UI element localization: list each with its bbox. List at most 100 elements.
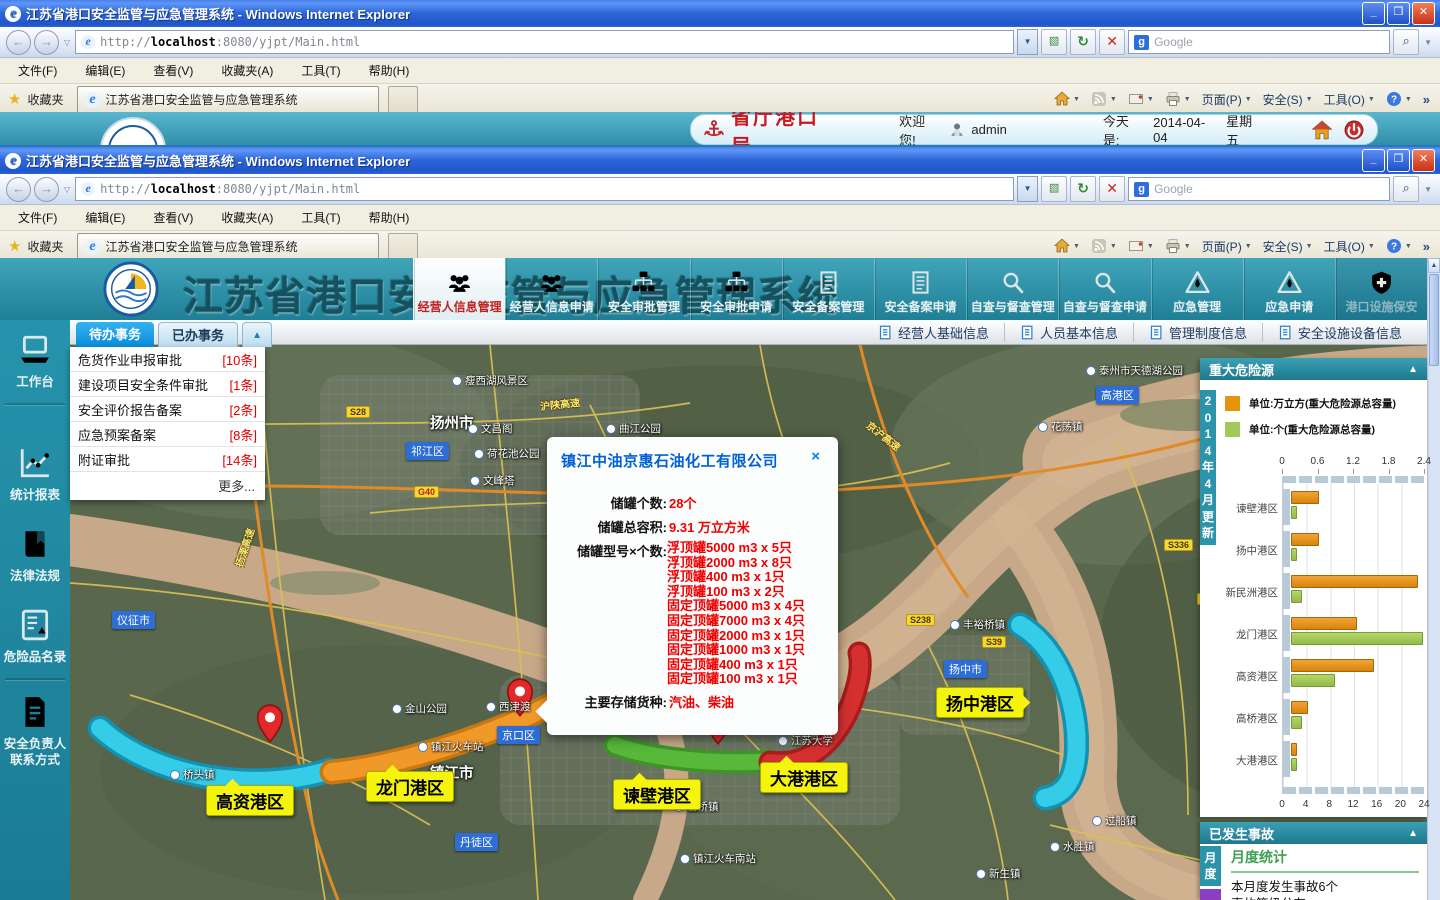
accidents-panel-header[interactable]: 已发生事故 ▲ xyxy=(1200,822,1427,844)
menu-item[interactable]: 文件(F) xyxy=(18,62,57,79)
search-options-icon[interactable]: ▼ xyxy=(1424,185,1432,194)
map-label-扬中市[interactable]: 扬中市 xyxy=(944,660,987,678)
search-box[interactable]: g Google xyxy=(1128,30,1390,54)
grade-side-tab[interactable] xyxy=(1200,889,1221,900)
map-label-京口区[interactable]: 京口区 xyxy=(497,726,540,744)
subnav-item-安全设施设备信息[interactable]: 安全设施设备信息 xyxy=(1262,323,1417,342)
command-item[interactable]: 页面(P)▼ xyxy=(1202,91,1252,108)
favorites-star-icon[interactable]: ★ xyxy=(8,237,21,255)
nav-item-港口设施保安[interactable]: 港口设施保安 xyxy=(1335,258,1427,320)
command-item[interactable]: 工具(O)▼ xyxy=(1324,91,1375,108)
new-tab-button[interactable] xyxy=(388,86,418,113)
task-more-link[interactable]: 更多... xyxy=(70,472,265,500)
restore-button[interactable]: ❐ xyxy=(1387,149,1410,172)
minimize-button[interactable]: _ xyxy=(1362,149,1385,172)
print-icon-button[interactable]: ▼ xyxy=(1165,238,1191,254)
menu-item[interactable]: 收藏夹(A) xyxy=(221,209,273,226)
favorites-star-icon[interactable]: ★ xyxy=(8,90,21,108)
forward-button[interactable]: → xyxy=(34,177,59,202)
task-row[interactable]: 附证审批[14条] xyxy=(70,447,265,472)
tab-todo[interactable]: 待办事务 xyxy=(76,322,154,347)
tab-done[interactable]: 已办事务 xyxy=(158,322,238,347)
map-label-仪征市[interactable]: 仪征市 xyxy=(112,611,155,629)
menu-item[interactable]: 工具(T) xyxy=(301,62,340,79)
search-options-icon[interactable]: ▼ xyxy=(1424,38,1432,47)
new-tab-button[interactable] xyxy=(388,233,418,260)
subnav-item-管理制度信息[interactable]: 管理制度信息 xyxy=(1133,323,1262,342)
monthly-side-tab[interactable]: 月度 xyxy=(1200,846,1221,886)
help-button[interactable]: ▼ xyxy=(1386,91,1412,107)
refresh-button[interactable]: ↻ xyxy=(1070,176,1096,202)
nav-item-自查与督查申请[interactable]: 自查与督查申请 xyxy=(1058,258,1150,320)
more-toolbar-icon[interactable]: » xyxy=(1423,239,1430,254)
map-label-祁江区[interactable]: 祁江区 xyxy=(406,442,449,460)
task-row[interactable]: 建设项目安全条件审批[1条] xyxy=(70,372,265,397)
back-button[interactable]: ← xyxy=(6,30,31,55)
forward-button[interactable]: → xyxy=(34,30,59,55)
nav-item-安全审批申请[interactable]: 安全审批申请 xyxy=(690,258,782,320)
menu-item[interactable]: 查看(V) xyxy=(153,209,193,226)
task-row[interactable]: 安全评价报告备案[2条] xyxy=(70,397,265,422)
help-button[interactable]: ▼ xyxy=(1386,238,1412,254)
nav-item-自查与督查管理[interactable]: 自查与督查管理 xyxy=(966,258,1058,320)
command-item[interactable]: 安全(S)▼ xyxy=(1263,91,1313,108)
task-row[interactable]: 应急预案备案[8条] xyxy=(70,422,265,447)
close-button[interactable]: ✕ xyxy=(1412,149,1435,172)
home-icon-button[interactable]: ▼ xyxy=(1054,91,1080,107)
collapse-icon[interactable]: ▲ xyxy=(1408,364,1418,375)
scroll-up-icon[interactable]: ▲ xyxy=(1428,258,1440,273)
search-button[interactable]: ⌕ xyxy=(1393,176,1419,202)
command-item[interactable]: 安全(S)▼ xyxy=(1263,238,1313,255)
history-dropdown-icon[interactable]: ▽ xyxy=(64,185,70,194)
subnav-item-经营人基础信息[interactable]: 经营人基础信息 xyxy=(863,323,1004,342)
compatibility-view-button[interactable]: ▧ xyxy=(1041,176,1067,202)
mail-icon-button[interactable]: ▼ xyxy=(1128,238,1154,254)
sidebar-item-工作台[interactable]: 工作台 xyxy=(0,320,70,401)
back-button[interactable]: ← xyxy=(6,177,31,202)
sidebar-item-安全负责人[interactable]: 安全负责人联系方式 xyxy=(0,682,70,780)
sidebar-item-危险品名录[interactable]: 危险品名录 xyxy=(0,595,70,676)
logout-power-icon[interactable] xyxy=(1343,119,1365,141)
menu-item[interactable]: 收藏夹(A) xyxy=(221,62,273,79)
map-label-高港区[interactable]: 高港区 xyxy=(1096,386,1139,404)
collapse-icon[interactable]: ▲ xyxy=(1408,828,1418,839)
outer-title-bar[interactable]: e 江苏省港口安全监管与应急管理系统 - Windows Internet Ex… xyxy=(0,0,1440,27)
subnav-item-人员基本信息[interactable]: 人员基本信息 xyxy=(1004,323,1133,342)
refresh-button[interactable]: ↻ xyxy=(1070,29,1096,55)
minimize-button[interactable]: _ xyxy=(1362,2,1385,25)
url-field[interactable]: e http://localhost:8080/yjpt/Main.html xyxy=(75,30,1014,54)
stop-button[interactable]: ✕ xyxy=(1099,29,1125,55)
home-icon-button[interactable]: ▼ xyxy=(1054,238,1080,254)
mail-icon-button[interactable]: ▼ xyxy=(1128,91,1154,107)
port-label-高资港区[interactable]: 高资港区 xyxy=(206,785,294,816)
compatibility-view-button[interactable]: ▧ xyxy=(1041,29,1067,55)
scroll-thumb[interactable] xyxy=(1429,274,1439,366)
nav-item-经营人信息申请[interactable]: 经营人信息申请 xyxy=(505,258,597,320)
nav-item-应急申请[interactable]: 应急申请 xyxy=(1243,258,1335,320)
rss-icon-button[interactable]: ▼ xyxy=(1091,238,1117,254)
rss-icon-button[interactable]: ▼ xyxy=(1091,91,1117,107)
menu-item[interactable]: 编辑(E) xyxy=(85,62,125,79)
favorites-label[interactable]: 收藏夹 xyxy=(27,238,63,255)
task-collapse-icon[interactable]: ▲ xyxy=(242,322,272,347)
menu-item[interactable]: 查看(V) xyxy=(153,62,193,79)
port-label-大港港区[interactable]: 大港港区 xyxy=(760,762,848,793)
menu-item[interactable]: 文件(F) xyxy=(18,209,57,226)
restore-button[interactable]: ❐ xyxy=(1387,2,1410,25)
browser-tab[interactable]: e 江苏省港口安全监管与应急管理系统 xyxy=(77,233,379,260)
nav-item-安全审批管理[interactable]: 安全审批管理 xyxy=(597,258,689,320)
home-icon[interactable] xyxy=(1311,119,1333,141)
map-label-丹徒区[interactable]: 丹徒区 xyxy=(455,833,498,851)
favorites-label[interactable]: 收藏夹 xyxy=(27,91,63,108)
port-label-龙门港区[interactable]: 龙门港区 xyxy=(366,771,454,802)
search-box[interactable]: g Google xyxy=(1128,177,1390,201)
search-button[interactable]: ⌕ xyxy=(1393,29,1419,55)
url-dropdown-button[interactable]: ▼ xyxy=(1017,29,1038,55)
popup-close-icon[interactable]: × xyxy=(811,448,820,465)
close-button[interactable]: ✕ xyxy=(1412,2,1435,25)
nav-item-安全备案管理[interactable]: 安全备案管理 xyxy=(782,258,874,320)
history-dropdown-icon[interactable]: ▽ xyxy=(64,38,70,47)
hazard-panel-header[interactable]: 重大危险源 ▲ xyxy=(1200,358,1427,380)
command-item[interactable]: 工具(O)▼ xyxy=(1324,238,1375,255)
nav-item-安全备案申请[interactable]: 安全备案申请 xyxy=(874,258,966,320)
